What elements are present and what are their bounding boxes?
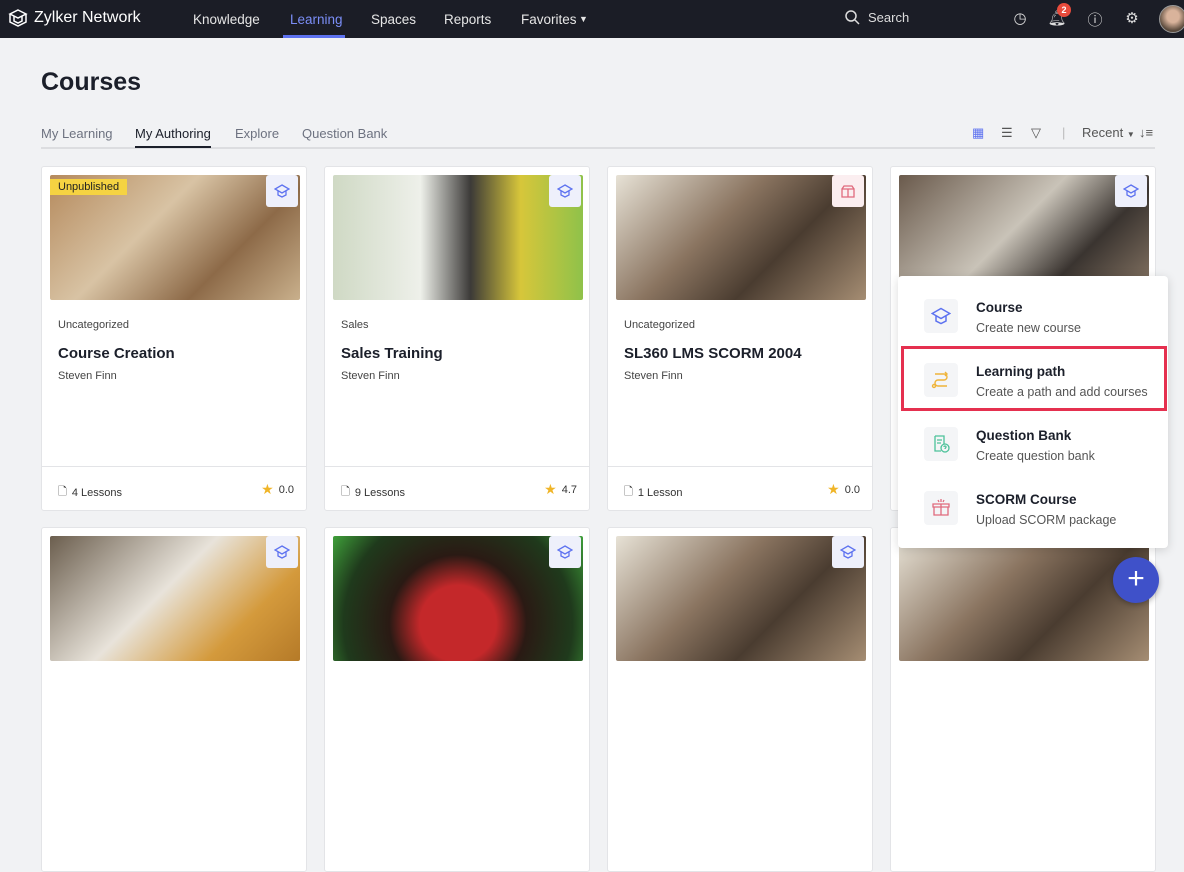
sort-order-icon[interactable]: ↓≡ xyxy=(1139,125,1153,140)
grid-view-icon[interactable]: ▦ xyxy=(972,125,984,141)
star-icon: ★ xyxy=(827,481,840,497)
divider: | xyxy=(1062,125,1066,140)
app-name: Zylker Network xyxy=(34,9,141,26)
nav-spaces[interactable]: Spaces xyxy=(371,12,416,27)
create-button[interactable]: + xyxy=(1113,557,1159,603)
create-menu: Course Create new course Learning path C… xyxy=(898,276,1168,548)
tab-my-authoring[interactable]: My Authoring xyxy=(135,126,211,148)
course-image xyxy=(333,175,583,300)
search-label: Search xyxy=(868,10,910,25)
highlight-box xyxy=(901,346,1167,411)
search-icon xyxy=(845,10,860,25)
active-tab-indicator xyxy=(283,35,345,38)
alarm-clock-icon[interactable]: ◷ xyxy=(1010,9,1030,29)
nav-learning[interactable]: Learning xyxy=(290,12,343,27)
tab-my-learning[interactable]: My Learning xyxy=(41,126,113,141)
course-card[interactable]: Sales Sales Training Steven Finn 🗋 9 Less… xyxy=(324,166,590,511)
document-icon: 🗋 xyxy=(58,486,67,498)
menu-item-scorm-course[interactable]: SCORM Course Upload SCORM package xyxy=(898,474,1168,538)
course-image xyxy=(50,536,300,661)
course-image xyxy=(616,175,866,300)
tab-explore[interactable]: Explore xyxy=(235,126,279,141)
notification-badge: 2 xyxy=(1057,3,1071,17)
graduation-cap-icon xyxy=(266,536,298,568)
list-view-icon[interactable]: ☰ xyxy=(1001,125,1013,141)
gear-icon[interactable]: ⚙ xyxy=(1122,9,1142,29)
plus-icon: + xyxy=(1127,562,1145,595)
card-footer: 🗋 9 Lessons ★ 4.7 xyxy=(325,466,589,510)
menu-item-subtitle: Upload SCORM package xyxy=(976,513,1117,527)
sort-dropdown[interactable]: Recent ▼ xyxy=(1082,125,1135,140)
menu-item-subtitle: Create question bank xyxy=(976,449,1095,463)
course-category: Uncategorized xyxy=(624,319,695,331)
card-footer: 🗋 1 Lesson ★ 0.0 xyxy=(608,466,872,510)
card-footer: 🗋 4 Lessons ★ 0.0 xyxy=(42,466,306,510)
document-icon: 🗋 xyxy=(624,486,633,498)
nav-favorites[interactable]: Favorites xyxy=(521,12,577,27)
chevron-down-icon: ▼ xyxy=(1126,130,1135,139)
course-title[interactable]: Course Creation xyxy=(58,345,175,362)
search-button[interactable]: Search xyxy=(845,10,909,25)
question-document-icon xyxy=(924,427,958,461)
lesson-count: 4 Lessons xyxy=(71,486,123,499)
tab-question-bank[interactable]: Question Bank xyxy=(302,126,387,141)
menu-item-course[interactable]: Course Create new course xyxy=(898,282,1168,346)
menu-item-title: Question Bank xyxy=(976,428,1072,443)
page-title: Courses xyxy=(41,68,142,96)
menu-item-title: Course xyxy=(976,300,1023,315)
nav-knowledge[interactable]: Knowledge xyxy=(193,12,260,27)
top-bar: Zylker Network Knowledge Learning Spaces… xyxy=(0,0,1184,38)
course-card[interactable] xyxy=(324,527,590,872)
document-icon: 🗋 xyxy=(341,486,350,498)
graduation-cap-icon xyxy=(924,299,958,333)
course-title[interactable]: SL360 LMS SCORM 2004 xyxy=(624,345,802,362)
lesson-count: 9 Lessons xyxy=(354,486,406,499)
graduation-cap-icon xyxy=(1115,175,1147,207)
course-category: Uncategorized xyxy=(58,319,129,331)
star-icon: ★ xyxy=(544,481,557,497)
nav-reports[interactable]: Reports xyxy=(444,12,491,27)
course-image xyxy=(899,536,1149,661)
course-card[interactable] xyxy=(607,527,873,872)
status-badge: Unpublished xyxy=(50,179,128,195)
course-image xyxy=(333,536,583,661)
graduation-cap-icon xyxy=(549,175,581,207)
course-author: Steven Finn xyxy=(341,370,400,382)
app-logo[interactable]: Zylker Network xyxy=(8,8,141,28)
course-image xyxy=(616,536,866,661)
lesson-count: 1 Lesson xyxy=(637,486,683,499)
help-icon[interactable]: ⓘ xyxy=(1085,9,1105,29)
graduation-cap-icon xyxy=(549,536,581,568)
rating: 0.0 xyxy=(278,483,294,496)
rating: 0.0 xyxy=(844,483,860,496)
course-author: Steven Finn xyxy=(624,370,683,382)
chevron-down-icon[interactable]: ▼ xyxy=(579,14,588,24)
graduation-cap-icon xyxy=(832,536,864,568)
course-card[interactable]: Unpublished Uncategorized Course Creatio… xyxy=(41,166,307,511)
course-author: Steven Finn xyxy=(58,370,117,382)
scorm-box-icon xyxy=(832,175,864,207)
menu-item-title: SCORM Course xyxy=(976,492,1077,507)
sort-label: Recent xyxy=(1082,125,1124,140)
logo-icon xyxy=(8,9,28,27)
star-icon: ★ xyxy=(261,481,274,497)
avatar[interactable] xyxy=(1159,5,1184,33)
graduation-cap-icon xyxy=(266,175,298,207)
scorm-box-icon xyxy=(924,491,958,525)
filter-icon[interactable]: ▽ xyxy=(1031,125,1041,141)
course-title[interactable]: Sales Training xyxy=(341,345,443,362)
course-card[interactable] xyxy=(41,527,307,872)
course-category: Sales xyxy=(341,319,369,331)
tab-bar: My Learning My Authoring Explore Questio… xyxy=(41,126,1155,149)
rating: 4.7 xyxy=(561,483,577,496)
menu-item-question-bank[interactable]: Question Bank Create question bank xyxy=(898,410,1168,474)
menu-item-subtitle: Create new course xyxy=(976,321,1081,335)
course-card[interactable]: Uncategorized SL360 LMS SCORM 2004 Steve… xyxy=(607,166,873,511)
